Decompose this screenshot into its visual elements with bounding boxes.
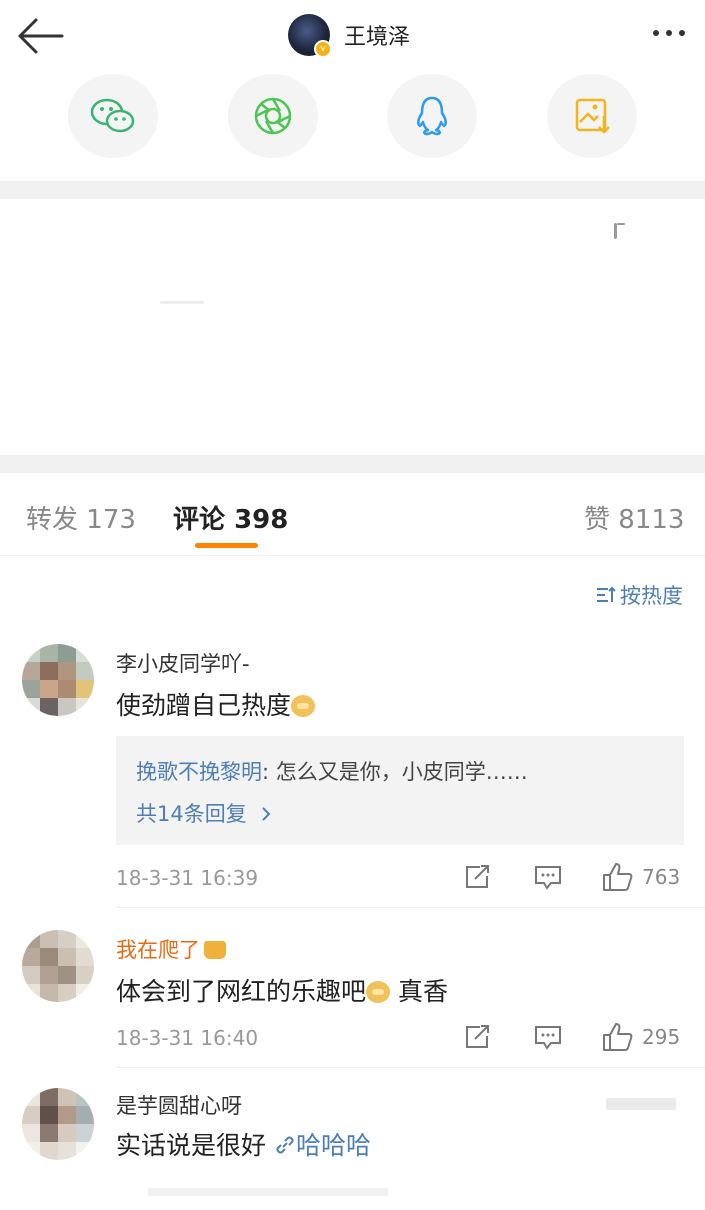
avatar[interactable]: v: [288, 14, 332, 58]
view-replies-label: 共14条回复: [136, 802, 247, 826]
wechat-icon[interactable]: [68, 74, 158, 158]
vip-crown-icon: [204, 941, 226, 959]
like-count: 763: [642, 865, 681, 889]
comment-icon[interactable]: [534, 864, 562, 890]
tab-likes[interactable]: 赞 8113: [584, 499, 684, 536]
username-label: 我在爬了: [116, 938, 200, 962]
top-bar: v 王境泽: [0, 0, 705, 75]
comment-text-body: 使劲蹭自己热度: [116, 691, 292, 720]
comment-username[interactable]: 我在爬了: [116, 934, 226, 964]
verified-badge-icon: v: [314, 40, 332, 58]
comment-text-body: 实话说是很好: [116, 1131, 267, 1160]
comment-text: 体会到了网红的乐趣吧 真香: [116, 972, 448, 1008]
tab-count: 398: [234, 505, 289, 535]
reply-preview[interactable]: 挽歌不挽黎明: 怎么又是你，小皮同学…… 共14条回复: [116, 736, 684, 845]
tab-label: 赞: [584, 505, 611, 535]
comment-icon[interactable]: [534, 1024, 562, 1050]
like-button[interactable]: 763: [602, 862, 680, 892]
repost-icon[interactable]: [464, 864, 492, 890]
repost-icon[interactable]: [464, 1024, 492, 1050]
sort-icon: [597, 586, 616, 602]
reply-username[interactable]: 挽歌不挽黎明: [136, 760, 262, 784]
sort-button[interactable]: 按热度: [596, 580, 683, 610]
tab-count: 173: [86, 505, 136, 535]
doge-emoji-icon: [366, 981, 391, 1003]
active-tab-indicator: [195, 543, 258, 548]
thumbs-up-icon: [603, 863, 633, 891]
post-content-area: [0, 199, 705, 455]
comment-text: 实话说是很好 哈哈哈: [116, 1126, 371, 1162]
reply-text: : 怎么又是你，小皮同学……: [262, 760, 528, 784]
tab-bar: 转发 173 评论 398 赞 8113: [0, 473, 705, 556]
comment-text-body: 体会到了网红的乐趣吧: [116, 977, 367, 1006]
comment-timestamp: 18-3-31 16:40: [116, 1026, 259, 1050]
comment-text-tail: 真香: [390, 977, 448, 1006]
comment-link[interactable]: 哈哈哈: [274, 1131, 371, 1160]
avatar[interactable]: [22, 644, 94, 716]
more-options-icon[interactable]: [653, 30, 685, 36]
blurred-label: [606, 1098, 676, 1110]
view-replies-link[interactable]: 共14条回复: [136, 798, 273, 828]
thumbs-up-icon: [603, 1023, 633, 1051]
like-count: 295: [642, 1025, 681, 1049]
tab-label: 转发: [26, 505, 79, 535]
sort-label: 按热度: [620, 584, 683, 608]
comment-username[interactable]: 是芋圆甜心呀: [116, 1090, 242, 1120]
tab-reposts[interactable]: 转发 173: [26, 499, 136, 536]
share-row: [0, 74, 705, 180]
tab-comments[interactable]: 评论 398: [173, 499, 288, 536]
tab-label: 评论: [173, 505, 226, 535]
blurred-reply: [148, 1188, 388, 1196]
qq-icon[interactable]: [387, 74, 477, 158]
header-profile[interactable]: v 王境泽: [288, 12, 410, 58]
chevron-right-icon: [262, 807, 271, 821]
back-arrow-icon[interactable]: [16, 16, 66, 56]
reply-line: 挽歌不挽黎明: 怎么又是你，小皮同学……: [136, 756, 528, 786]
like-button[interactable]: 295: [602, 1022, 680, 1052]
moments-icon[interactable]: [228, 74, 318, 158]
divider: [116, 1067, 705, 1068]
section-divider: [0, 181, 705, 199]
doge-emoji-icon: [291, 695, 316, 717]
comment-username[interactable]: 李小皮同学吖-: [116, 648, 250, 678]
tab-count: 8113: [618, 505, 685, 535]
page-title: 王境泽: [344, 25, 411, 50]
link-label: 哈哈哈: [295, 1131, 371, 1160]
divider: [116, 907, 705, 908]
link-icon: [276, 1136, 294, 1154]
comment-text: 使劲蹭自己热度: [116, 686, 316, 722]
save-image-icon[interactable]: [547, 74, 637, 158]
avatar[interactable]: [22, 930, 94, 1002]
comment-timestamp: 18-3-31 16:39: [116, 866, 259, 890]
section-divider: [0, 455, 705, 473]
avatar[interactable]: [22, 1088, 94, 1160]
